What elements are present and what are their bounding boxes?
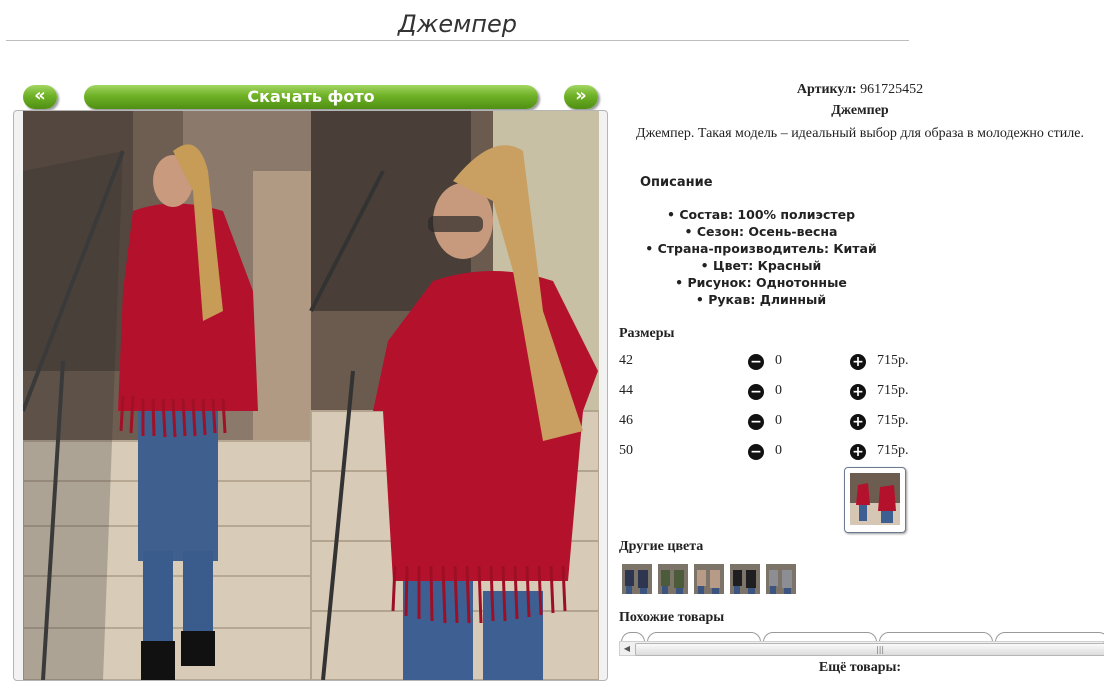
size-label: 44 bbox=[619, 383, 633, 398]
quantity-value: 0 bbox=[775, 353, 782, 368]
color-swatch-green[interactable] bbox=[658, 564, 688, 594]
product-name: Джемпер bbox=[831, 103, 889, 118]
minus-circle-icon[interactable]: − bbox=[748, 384, 764, 400]
size-label: 50 bbox=[619, 443, 633, 458]
color-swatch-grey[interactable] bbox=[766, 564, 796, 594]
previous-photo-button[interactable]: « bbox=[23, 85, 57, 109]
swatch-black-icon bbox=[730, 564, 760, 594]
swatch-navy-icon bbox=[622, 564, 652, 594]
plus-circle-icon[interactable]: + bbox=[850, 444, 866, 460]
product-thumbnail[interactable] bbox=[844, 467, 906, 533]
property-item: Рукав: Длинный bbox=[616, 291, 906, 308]
product-photo[interactable] bbox=[23, 111, 599, 680]
title-divider bbox=[6, 40, 909, 41]
price-value: 715р. bbox=[877, 353, 909, 368]
download-photo-button[interactable]: Скачать фото bbox=[84, 85, 538, 109]
minus-circle-icon[interactable]: − bbox=[748, 414, 764, 430]
size-label: 46 bbox=[619, 413, 633, 428]
size-row: 42 − 0 + 715р. bbox=[619, 353, 939, 373]
price-value: 715р. bbox=[877, 443, 909, 458]
plus-circle-icon[interactable]: + bbox=[850, 384, 866, 400]
more-products-heading: Ещё товары: bbox=[818, 660, 902, 675]
similar-products-scrollbar[interactable]: ◀ ||| bbox=[619, 641, 1104, 656]
color-swatch-black[interactable] bbox=[730, 564, 760, 594]
swatch-beige-icon bbox=[694, 564, 724, 594]
article-line: Артикул: 961725452 bbox=[616, 82, 1104, 98]
swatch-grey-icon bbox=[766, 564, 796, 594]
property-item: Состав: 100% полиэстер bbox=[616, 206, 906, 223]
color-swatch-navy[interactable] bbox=[622, 564, 652, 594]
description-heading: Описание bbox=[640, 175, 713, 190]
property-list: Состав: 100% полиэстер Сезон: Осень-весн… bbox=[616, 206, 906, 308]
minus-circle-icon[interactable]: − bbox=[748, 354, 764, 370]
thumbnail-image bbox=[850, 473, 900, 525]
property-item: Сезон: Осень-весна bbox=[616, 223, 906, 240]
quantity-value: 0 bbox=[775, 413, 782, 428]
article-label: Артикул: bbox=[796, 82, 857, 97]
scroll-left-icon[interactable]: ◀ bbox=[620, 642, 634, 655]
size-label: 42 bbox=[619, 353, 633, 368]
page-title: Джемпер bbox=[398, 10, 517, 38]
property-item: Цвет: Красный bbox=[616, 257, 906, 274]
size-row: 50 − 0 + 715р. bbox=[619, 443, 939, 463]
color-swatch-beige[interactable] bbox=[694, 564, 724, 594]
product-photo-frame bbox=[13, 110, 608, 681]
other-colors-heading: Другие цвета bbox=[619, 539, 704, 554]
grip-icon: ||| bbox=[876, 645, 885, 654]
product-description: Джемпер. Такая модель – идеальный выбор … bbox=[636, 126, 1084, 141]
plus-circle-icon[interactable]: + bbox=[850, 354, 866, 370]
next-photo-button[interactable]: » bbox=[564, 85, 598, 109]
quantity-value: 0 bbox=[775, 443, 782, 458]
size-row: 44 − 0 + 715р. bbox=[619, 383, 939, 403]
scrollbar-thumb[interactable]: ||| bbox=[635, 643, 1104, 656]
size-row: 46 − 0 + 715р. bbox=[619, 413, 939, 433]
article-value: 961725452 bbox=[860, 82, 924, 97]
property-item: Страна-производитель: Китай bbox=[616, 240, 906, 257]
minus-circle-icon[interactable]: − bbox=[748, 444, 764, 460]
quantity-value: 0 bbox=[775, 383, 782, 398]
sizes-heading: Размеры bbox=[619, 326, 675, 341]
product-photo-image bbox=[23, 111, 599, 680]
price-value: 715р. bbox=[877, 413, 909, 428]
price-value: 715р. bbox=[877, 383, 909, 398]
swatch-green-icon bbox=[658, 564, 688, 594]
plus-circle-icon[interactable]: + bbox=[850, 414, 866, 430]
similar-products-heading: Похожие товары bbox=[619, 610, 725, 625]
property-item: Рисунок: Однотонные bbox=[616, 274, 906, 291]
